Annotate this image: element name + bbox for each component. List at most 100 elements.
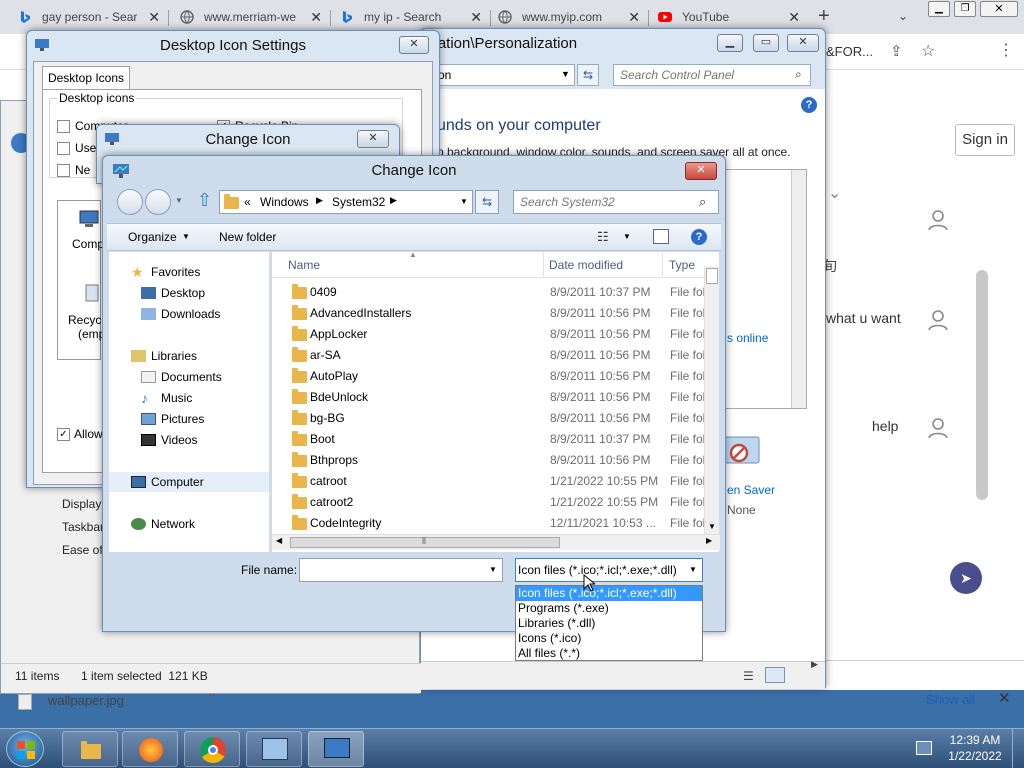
nav-desktop[interactable]: Desktop [141, 283, 205, 303]
taskbar-firefox[interactable] [122, 731, 178, 767]
taskbar-display-settings[interactable] [308, 731, 364, 767]
see-also-taskbar[interactable]: Taskbar [62, 520, 104, 534]
close-tab-icon[interactable]: ✕ [628, 9, 640, 26]
file-type-option[interactable]: Programs (*.exe) [516, 601, 702, 616]
close-button[interactable]: ✕ [357, 130, 389, 148]
nav-favorites[interactable]: ★ Favorites [131, 262, 200, 282]
see-also-display[interactable]: Display [62, 497, 101, 511]
checkbox-network[interactable] [57, 164, 70, 177]
taskbar-explorer[interactable] [62, 731, 118, 767]
refresh-icon[interactable]: ⇆ [577, 64, 599, 86]
checkbox-allow-themes[interactable]: ✓ [57, 428, 70, 441]
forward-button[interactable] [145, 189, 171, 215]
browser-tab[interactable]: gay person - Sear ✕ [10, 2, 168, 32]
tab-desktop-icons[interactable]: Desktop Icons [42, 66, 130, 90]
tab-search-icon[interactable]: ⌄ [898, 9, 908, 23]
breadcrumb-windows[interactable]: Windows [260, 195, 309, 209]
close-button[interactable]: ✕ [685, 162, 717, 180]
taskbar-control-panel[interactable] [246, 731, 302, 767]
new-folder-button[interactable]: New folder [219, 230, 276, 244]
file-row[interactable]: AdvancedInstallers 8/9/2011 10:56 PM File … [272, 303, 704, 324]
file-row[interactable]: Bthprops 8/9/2011 10:56 PM File fol [272, 450, 704, 471]
nav-computer[interactable]: Computer [131, 472, 204, 492]
search-control-panel-input[interactable]: Search Control Panel [613, 64, 811, 86]
view-dropdown-icon[interactable]: ▼ [623, 232, 631, 241]
file-name-input[interactable] [299, 558, 503, 582]
browser-tab[interactable]: www.merriam-we ✕ [172, 2, 330, 32]
address-fragment[interactable]: &FOR... [826, 44, 873, 59]
nav-pictures[interactable]: Pictures [141, 409, 204, 429]
large-icons-view-icon[interactable] [765, 667, 785, 683]
file-row[interactable]: BdeUnlock 8/9/2011 10:56 PM File fol [272, 387, 704, 408]
online-themes-link[interactable]: s online [727, 331, 768, 345]
file-row[interactable]: catroot 1/21/2022 10:55 PM File fol [272, 471, 704, 492]
show-all-link[interactable]: Show all [926, 692, 975, 707]
column-name[interactable]: Name [288, 258, 320, 272]
scroll-thumb[interactable] [706, 268, 718, 284]
details-view-icon[interactable]: ☰ [743, 669, 754, 683]
nav-videos[interactable]: Videos [141, 430, 197, 450]
vertical-scrollbar[interactable]: ▼ [704, 266, 719, 536]
up-arrow-icon[interactable]: ⇧ [197, 190, 212, 211]
file-type-option[interactable]: Icons (*.ico) [516, 631, 702, 646]
checkbox-user[interactable] [57, 142, 70, 155]
dropdown-arrow-icon[interactable]: ▼ [561, 69, 570, 79]
help-icon[interactable]: ? [691, 229, 707, 245]
close-tab-icon[interactable]: ✕ [470, 9, 482, 26]
column-date-modified[interactable]: Date modified [549, 258, 623, 272]
new-tab-button[interactable]: + [818, 5, 830, 28]
file-row[interactable]: 0409 8/9/2011 10:37 PM File fol [272, 282, 704, 303]
help-icon[interactable]: ? [801, 97, 817, 113]
organize-button[interactable]: Organize [128, 230, 177, 244]
file-type-option[interactable]: Libraries (*.dll) [516, 616, 702, 631]
icon-preview-list[interactable]: Comp Recyc (emp [57, 200, 105, 360]
close-button[interactable]: ✕ [980, 1, 1018, 17]
clock-time[interactable]: 12:39 AM [944, 733, 1006, 747]
close-download-bar-icon[interactable]: ✕ [998, 689, 1011, 707]
back-button[interactable] [117, 189, 143, 215]
close-tab-icon[interactable]: ✕ [310, 9, 322, 26]
file-row[interactable]: AppLocker 8/9/2011 10:56 PM File fol [272, 324, 704, 345]
start-button[interactable] [6, 731, 44, 767]
file-row[interactable]: AutoPlay 8/9/2011 10:56 PM File fol [272, 366, 704, 387]
view-options-icon[interactable]: ☷ [597, 229, 609, 245]
send-button[interactable]: ➤ [950, 562, 982, 594]
close-button[interactable]: ✕ [787, 34, 819, 52]
download-item-label[interactable]: wallpaper.jpg [48, 693, 124, 708]
breadcrumb[interactable]: « Windows ▶ System32 ▶ ▼ [219, 190, 473, 214]
chevron-down-icon[interactable]: ▼ [182, 232, 190, 241]
share-icon[interactable]: ⇪ [890, 42, 903, 60]
bookmark-star-icon[interactable]: ☆ [921, 41, 935, 61]
restore-button[interactable]: ❐ [954, 1, 976, 17]
refresh-icon[interactable]: ⇆ [475, 190, 499, 214]
minimize-button[interactable]: ▁ [717, 34, 743, 52]
search-system32-input[interactable]: Search System32 [513, 190, 719, 214]
file-type-option[interactable]: All files (*.*) [516, 646, 702, 661]
recent-dropdown-icon[interactable]: ▼ [175, 196, 183, 205]
nav-documents[interactable]: Documents [141, 367, 222, 387]
nav-downloads[interactable]: Downloads [141, 304, 220, 324]
breadcrumb-system32[interactable]: System32 [332, 195, 385, 209]
breadcrumb-overflow[interactable]: « [244, 195, 251, 209]
sign-in-button[interactable]: Sign in [955, 124, 1015, 156]
column-type[interactable]: Type [669, 258, 695, 272]
show-desktop-button[interactable] [1012, 729, 1024, 768]
file-row[interactable]: bg-BG 8/9/2011 10:56 PM File fol [272, 408, 704, 429]
file-row[interactable]: catroot2 1/21/2022 10:55 PM File fol [272, 492, 704, 513]
horizontal-scrollbar[interactable]: ◀ ⦀ ▶ [272, 534, 720, 550]
preview-pane-icon[interactable] [653, 229, 669, 244]
scroll-right-icon[interactable]: ▶ [811, 659, 818, 670]
clock-date[interactable]: 1/22/2022 [944, 749, 1006, 763]
nav-music[interactable]: ♪ Music [141, 388, 192, 408]
network-tray-icon[interactable] [916, 741, 932, 755]
close-tab-icon[interactable]: ✕ [148, 9, 160, 26]
address-bar[interactable]: on [433, 64, 575, 86]
address-dropdown-icon[interactable]: ▼ [460, 197, 468, 206]
file-name-dropdown-icon[interactable]: ▼ [489, 565, 497, 574]
taskbar-chrome[interactable] [184, 731, 240, 767]
page-scrollbar[interactable] [976, 270, 988, 500]
file-row[interactable]: ar-SA 8/9/2011 10:56 PM File fol [272, 345, 704, 366]
close-tab-icon[interactable]: ✕ [788, 9, 800, 26]
maximize-button[interactable]: ▭ [753, 34, 779, 52]
file-row[interactable]: Boot 8/9/2011 10:37 PM File fol [272, 429, 704, 450]
